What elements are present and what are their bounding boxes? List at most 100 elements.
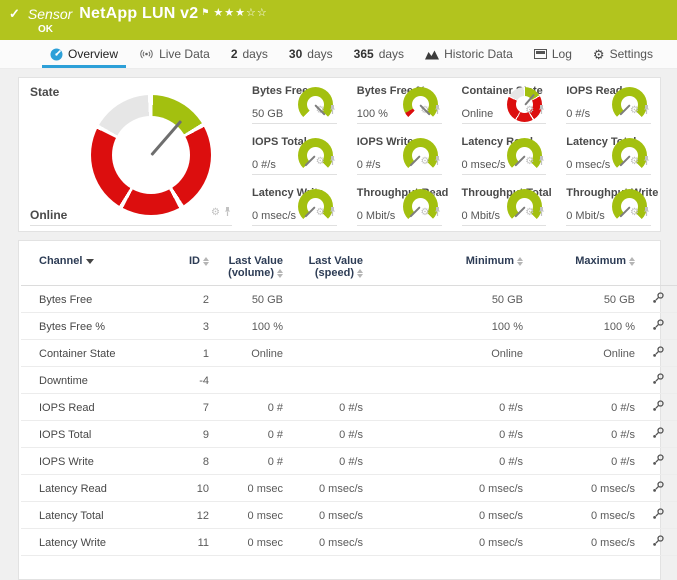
tab-bar: Overview Live Data 2 days 30 days 365 da…	[0, 40, 677, 69]
pin-icon[interactable]	[642, 204, 651, 222]
table-row[interactable]: Latency Write 11 0 msec 0 msec/s 0 msec/…	[21, 529, 677, 556]
gauge-cell-iops-read: IOPS Read 0 #/s ⚙	[555, 78, 660, 129]
tab-365-days[interactable]: 365 days	[344, 40, 414, 68]
sort-icon	[277, 269, 283, 278]
channel-name[interactable]: IOPS Read	[21, 394, 171, 421]
gear-icon[interactable]: ⚙	[421, 157, 430, 167]
table-row[interactable]: Bytes Free % 3 100 % 100 % 100 %	[21, 313, 677, 340]
sort-icon	[629, 257, 635, 266]
tab-historic-data[interactable]: Historic Data	[415, 40, 523, 68]
pin-icon[interactable]	[328, 204, 337, 222]
channel-settings-icon[interactable]	[652, 346, 664, 361]
gear-icon[interactable]: ⚙	[525, 106, 534, 116]
sort-icon	[517, 257, 523, 266]
gauge-grid: Bytes Free 50 GB ⚙ Bytes Free % 100 % ⚙ …	[241, 78, 660, 231]
sort-desc-icon	[86, 259, 94, 264]
table-row[interactable]: Downtime -4	[21, 367, 677, 394]
header-id[interactable]: ID	[171, 243, 213, 286]
pin-icon[interactable]	[537, 153, 546, 171]
gauge-cell-container-state: Container State Online ⚙	[451, 78, 556, 129]
pin-icon[interactable]	[433, 204, 442, 222]
channel-settings-icon[interactable]	[652, 454, 664, 469]
channel-name[interactable]: IOPS Write	[21, 448, 171, 475]
channel-name[interactable]: Latency Total	[21, 502, 171, 529]
gear-icon[interactable]: ⚙	[630, 157, 639, 167]
tab-live-data[interactable]: Live Data	[129, 40, 220, 68]
table-row[interactable]: IOPS Write 8 0 # 0 #/s 0 #/s 0 #/s	[21, 448, 677, 475]
channel-settings-icon[interactable]	[652, 373, 664, 388]
status-check-icon: ✓	[9, 6, 20, 22]
gauge-cell-latency-write: Latency Write 0 msec/s ⚙	[241, 180, 346, 231]
channel-name[interactable]: Latency Write	[21, 529, 171, 556]
pin-icon[interactable]	[537, 204, 546, 222]
gear-icon[interactable]: ⚙	[316, 157, 325, 167]
gauge-cell-bytes-free-pct: Bytes Free % 100 % ⚙	[346, 78, 451, 129]
gear-icon[interactable]: ⚙	[421, 208, 430, 218]
state-gauge[interactable]	[91, 95, 211, 215]
priority-stars[interactable]: ★★★☆☆	[213, 6, 267, 19]
header-last-value-volume[interactable]: Last Value(volume)	[213, 243, 287, 286]
channel-name[interactable]: Downtime	[21, 367, 171, 394]
gear-icon[interactable]: ⚙	[525, 208, 534, 218]
header-minimum[interactable]: Minimum	[367, 243, 527, 286]
pin-icon[interactable]	[433, 102, 442, 120]
channel-name[interactable]: Bytes Free	[21, 286, 171, 313]
pin-icon[interactable]	[328, 153, 337, 171]
flag-icon[interactable]: ⚑	[201, 7, 209, 18]
gauge-needle	[150, 120, 182, 156]
channel-name[interactable]: IOPS Total	[21, 421, 171, 448]
tab-30-days[interactable]: 30 days	[279, 40, 343, 68]
channel-name[interactable]: Bytes Free %	[21, 313, 171, 340]
header-channel[interactable]: Channel	[21, 243, 171, 286]
table-row[interactable]: IOPS Read 7 0 # 0 #/s 0 #/s 0 #/s	[21, 394, 677, 421]
tab-log[interactable]: Log	[524, 40, 582, 68]
channel-name[interactable]: Container State	[21, 340, 171, 367]
channel-settings-icon[interactable]	[652, 427, 664, 442]
table-row[interactable]: Container State 1 Online Online Online	[21, 340, 677, 367]
channel-settings-icon[interactable]	[652, 292, 664, 307]
pin-icon[interactable]	[328, 102, 337, 120]
pin-icon[interactable]	[433, 153, 442, 171]
table-row[interactable]: Latency Read 10 0 msec 0 msec/s 0 msec/s…	[21, 475, 677, 502]
gear-icon: ⚙	[593, 48, 605, 61]
gear-icon[interactable]: ⚙	[630, 106, 639, 116]
tab-2-days[interactable]: 2 days	[221, 40, 278, 68]
header-last-value-speed[interactable]: Last Value(speed)	[287, 243, 367, 286]
channel-settings-icon[interactable]	[652, 508, 664, 523]
channel-name[interactable]: Latency Read	[21, 475, 171, 502]
gauge-cell-latency-total: Latency Total 0 msec/s ⚙	[555, 129, 660, 180]
channel-settings-icon[interactable]	[652, 535, 664, 550]
gear-icon[interactable]: ⚙	[211, 208, 220, 218]
gauge-cell-latency-read: Latency Read 0 msec/s ⚙	[451, 129, 556, 180]
header-maximum[interactable]: Maximum	[527, 243, 639, 286]
gauge-icon	[50, 48, 63, 61]
broadcast-icon	[139, 48, 154, 60]
gauge-cell-bytes-free: Bytes Free 50 GB ⚙	[241, 78, 346, 129]
table-row[interactable]: IOPS Total 9 0 # 0 #/s 0 #/s 0 #/s	[21, 421, 677, 448]
pin-icon[interactable]	[537, 102, 546, 120]
header-settings	[639, 243, 677, 286]
chart-icon	[425, 49, 439, 60]
page-title: NetApp LUN v2	[79, 5, 198, 23]
status-badge: OK	[38, 23, 667, 36]
gear-icon[interactable]: ⚙	[316, 208, 325, 218]
channel-settings-icon[interactable]	[652, 481, 664, 496]
channel-settings-icon[interactable]	[652, 319, 664, 334]
gauge-cell-throughput-write: Throughput Write 0 Mbit/s ⚙	[555, 180, 660, 231]
pin-icon[interactable]	[642, 102, 651, 120]
gauge-cell-throughput-total: Throughput Total 0 Mbit/s ⚙	[451, 180, 556, 231]
gear-icon[interactable]: ⚙	[525, 157, 534, 167]
state-panel: State Online ⚙ Bytes Free 50 GB ⚙ Bytes …	[18, 77, 661, 232]
pin-icon[interactable]	[642, 153, 651, 171]
channel-settings-icon[interactable]	[652, 400, 664, 415]
pin-icon[interactable]	[223, 204, 232, 222]
gear-icon[interactable]: ⚙	[630, 208, 639, 218]
tab-settings[interactable]: ⚙ Settings	[583, 40, 663, 68]
table-row[interactable]: Latency Total 12 0 msec 0 msec/s 0 msec/…	[21, 502, 677, 529]
object-kind-label: Sensor	[28, 6, 72, 22]
sort-icon	[203, 257, 209, 266]
sort-icon	[357, 269, 363, 278]
table-row[interactable]: Bytes Free 2 50 GB 50 GB 50 GB	[21, 286, 677, 313]
tab-overview[interactable]: Overview	[40, 40, 128, 68]
state-gauge-cell: State Online ⚙	[19, 78, 241, 231]
